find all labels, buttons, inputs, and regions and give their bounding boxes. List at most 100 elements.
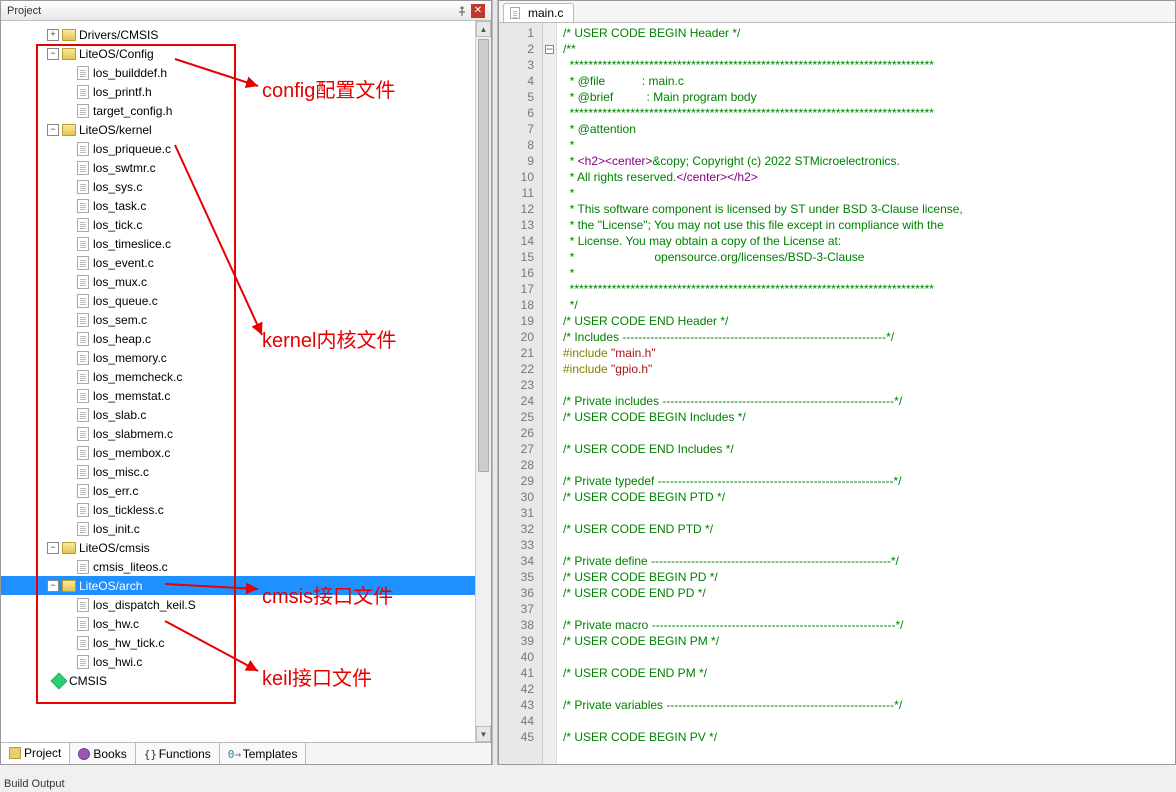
tree-folder-drivers-cmsis[interactable]: +Drivers/CMSIS bbox=[1, 25, 491, 44]
tree-file[interactable]: cmsis_liteos.c bbox=[1, 557, 491, 576]
scroll-up-icon[interactable]: ▲ bbox=[476, 21, 491, 37]
file-icon bbox=[77, 522, 89, 536]
file-icon bbox=[77, 294, 89, 308]
file-icon bbox=[77, 142, 89, 156]
panel-bottom-tabs: Project Books {}Functions 0→Templates bbox=[1, 742, 491, 764]
file-icon bbox=[77, 275, 89, 289]
tree-file[interactable]: los_hw.c bbox=[1, 614, 491, 633]
tree-file[interactable]: los_printf.h bbox=[1, 82, 491, 101]
collapse-icon[interactable]: − bbox=[47, 124, 59, 136]
tree-file[interactable]: los_hwi.c bbox=[1, 652, 491, 671]
tab-templates[interactable]: 0→Templates bbox=[220, 743, 307, 764]
tree-file[interactable]: los_heap.c bbox=[1, 329, 491, 348]
tree-scrollbar[interactable]: ▲ ▼ bbox=[475, 21, 491, 742]
tree-file[interactable]: los_priqueue.c bbox=[1, 139, 491, 158]
file-icon bbox=[77, 484, 89, 498]
collapse-icon[interactable]: − bbox=[47, 542, 59, 554]
file-icon bbox=[77, 598, 89, 612]
file-icon bbox=[510, 7, 520, 19]
file-icon bbox=[77, 446, 89, 460]
tree-file[interactable]: los_slab.c bbox=[1, 405, 491, 424]
tree-folder-liteos-cmsis[interactable]: −LiteOS/cmsis bbox=[1, 538, 491, 557]
file-icon bbox=[77, 465, 89, 479]
project-panel: Project ✕ +Drivers/CMSIS −LiteOS/Config … bbox=[0, 0, 492, 765]
file-icon bbox=[77, 351, 89, 365]
fold-column[interactable]: − bbox=[543, 23, 557, 764]
file-icon bbox=[77, 503, 89, 517]
tree-file[interactable]: los_memcheck.c bbox=[1, 367, 491, 386]
scroll-down-icon[interactable]: ▼ bbox=[476, 726, 491, 742]
tree-folder-cmsis[interactable]: CMSIS bbox=[1, 671, 491, 690]
tree-file[interactable]: los_builddef.h bbox=[1, 63, 491, 82]
tree-file[interactable]: los_err.c bbox=[1, 481, 491, 500]
tree-file[interactable]: los_tick.c bbox=[1, 215, 491, 234]
file-icon bbox=[77, 427, 89, 441]
tree-file[interactable]: los_slabmem.c bbox=[1, 424, 491, 443]
expand-icon[interactable]: + bbox=[47, 29, 59, 41]
tree-file[interactable]: target_config.h bbox=[1, 101, 491, 120]
file-icon bbox=[77, 104, 89, 118]
editor-panel: main.c 12345 678910 1112131415 161718192… bbox=[498, 0, 1176, 765]
functions-icon: {} bbox=[144, 748, 156, 760]
build-output-label: Build Output bbox=[4, 778, 65, 790]
code-editor[interactable]: 12345 678910 1112131415 1617181920 21222… bbox=[499, 23, 1175, 764]
tree-file[interactable]: los_misc.c bbox=[1, 462, 491, 481]
tree-folder-liteos-config[interactable]: −LiteOS/Config bbox=[1, 44, 491, 63]
file-icon bbox=[77, 85, 89, 99]
tree-folder-liteos-kernel[interactable]: −LiteOS/kernel bbox=[1, 120, 491, 139]
file-icon bbox=[77, 237, 89, 251]
tree-file[interactable]: los_memstat.c bbox=[1, 386, 491, 405]
project-icon bbox=[9, 747, 21, 759]
templates-icon: 0→ bbox=[228, 748, 240, 760]
file-icon bbox=[77, 199, 89, 213]
line-gutter: 12345 678910 1112131415 1617181920 21222… bbox=[499, 23, 543, 764]
tab-project[interactable]: Project bbox=[1, 743, 70, 764]
scroll-thumb[interactable] bbox=[478, 39, 489, 472]
file-icon bbox=[77, 66, 89, 80]
file-icon bbox=[77, 408, 89, 422]
folder-icon bbox=[62, 48, 76, 60]
file-icon bbox=[77, 617, 89, 631]
books-icon bbox=[78, 748, 90, 760]
tree-file[interactable]: los_queue.c bbox=[1, 291, 491, 310]
tree-folder-liteos-arch[interactable]: −LiteOS/arch bbox=[1, 576, 491, 595]
file-icon bbox=[77, 256, 89, 270]
file-icon bbox=[77, 636, 89, 650]
tree-file[interactable]: los_event.c bbox=[1, 253, 491, 272]
file-icon bbox=[77, 389, 89, 403]
tree-file[interactable]: los_sys.c bbox=[1, 177, 491, 196]
file-icon bbox=[77, 161, 89, 175]
tree-file[interactable]: los_memory.c bbox=[1, 348, 491, 367]
collapse-icon[interactable]: − bbox=[47, 580, 59, 592]
tree-file[interactable]: los_sem.c bbox=[1, 310, 491, 329]
tree-file[interactable]: los_tickless.c bbox=[1, 500, 491, 519]
folder-icon bbox=[62, 580, 76, 592]
tree-file[interactable]: los_init.c bbox=[1, 519, 491, 538]
project-tree[interactable]: +Drivers/CMSIS −LiteOS/Config los_buildd… bbox=[1, 21, 491, 742]
file-icon bbox=[77, 218, 89, 232]
folder-icon bbox=[62, 29, 76, 41]
collapse-icon[interactable]: − bbox=[47, 48, 59, 60]
panel-title: Project bbox=[7, 5, 41, 17]
file-icon bbox=[77, 313, 89, 327]
file-icon bbox=[77, 332, 89, 346]
diamond-icon bbox=[51, 672, 68, 689]
tree-file[interactable]: los_timeslice.c bbox=[1, 234, 491, 253]
tree-file[interactable]: los_hw_tick.c bbox=[1, 633, 491, 652]
tree-file[interactable]: los_swtmr.c bbox=[1, 158, 491, 177]
folder-icon bbox=[62, 124, 76, 136]
tab-functions[interactable]: {}Functions bbox=[136, 743, 220, 764]
close-icon[interactable]: ✕ bbox=[471, 4, 485, 18]
tree-file[interactable]: los_membox.c bbox=[1, 443, 491, 462]
file-icon bbox=[77, 370, 89, 384]
file-icon bbox=[77, 560, 89, 574]
tab-books[interactable]: Books bbox=[70, 743, 135, 764]
tree-file[interactable]: los_mux.c bbox=[1, 272, 491, 291]
file-icon bbox=[77, 655, 89, 669]
tree-file[interactable]: los_task.c bbox=[1, 196, 491, 215]
tree-file[interactable]: los_dispatch_keil.S bbox=[1, 595, 491, 614]
pin-icon[interactable] bbox=[455, 4, 469, 18]
file-icon bbox=[77, 180, 89, 194]
editor-tab-main[interactable]: main.c bbox=[503, 3, 574, 22]
code-content[interactable]: /* USER CODE BEGIN Header */ /** *******… bbox=[557, 23, 1175, 764]
